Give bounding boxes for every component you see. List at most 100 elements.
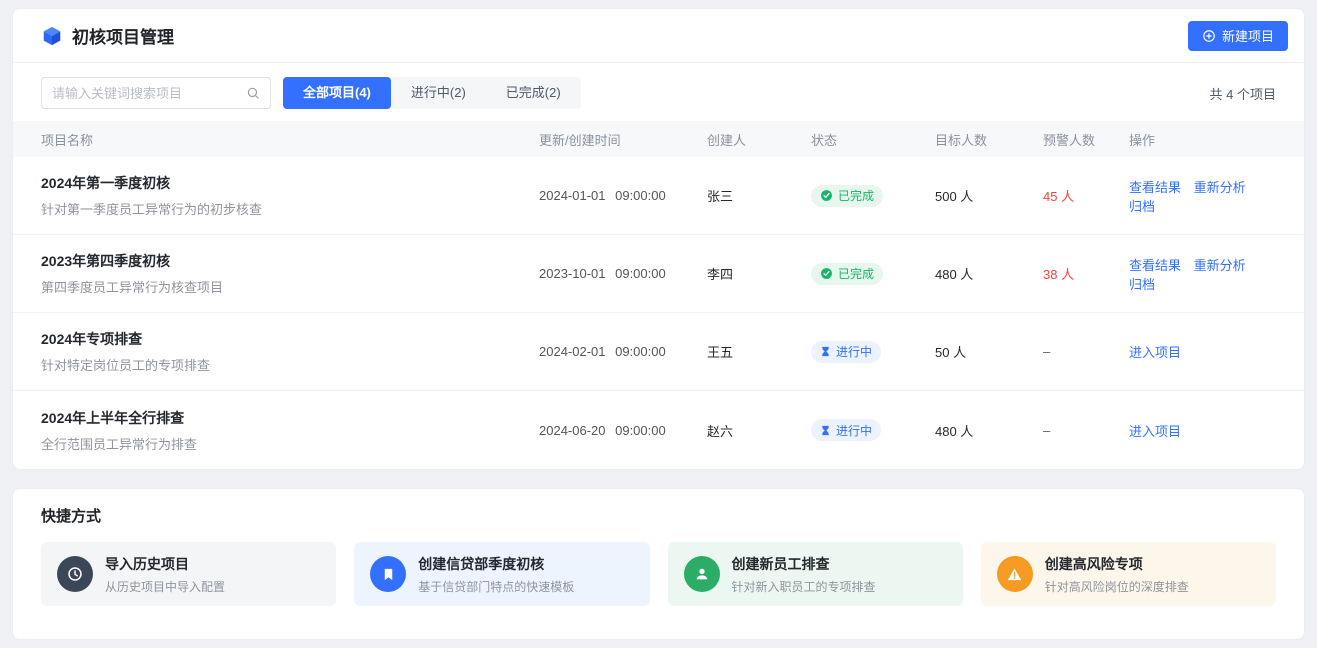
shortcut-text: 创建信贷部季度初核 基于信贷部门特点的快速模板: [418, 554, 574, 595]
project-name-cell: 2024年第一季度初核 针对第一季度员工异常行为的初步核查: [41, 173, 539, 218]
page-header: 初核项目管理 新建项目: [13, 9, 1304, 63]
shortcut-desc: 从历史项目中导入配置: [105, 578, 225, 595]
table-row: 2024年上半年全行排查 全行范围员工异常行为排查 2024-06-20 09:…: [13, 391, 1304, 469]
enter-project-link[interactable]: 进入项目: [1129, 345, 1181, 360]
bookmark-icon: [370, 556, 406, 592]
reanalyze-link[interactable]: 重新分析: [1194, 258, 1246, 273]
shortcut-title: 创建新员工排查: [732, 554, 876, 574]
project-creator: 李四: [707, 264, 811, 283]
toolbar: 全部项目(4) 进行中(2) 已完成(2) 共 4 个项目: [13, 63, 1304, 121]
col-header-time: 更新/创建时间: [539, 130, 707, 149]
check-circle-icon: [820, 267, 833, 280]
table-header: 项目名称 更新/创建时间 创建人 状态 目标人数 预警人数 操作: [13, 121, 1304, 157]
shortcut-text: 创建新员工排查 针对新入职员工的专项排查: [732, 554, 876, 595]
project-desc: 针对特定岗位员工的专项排查: [41, 355, 539, 374]
shortcut-text: 创建高风险专项 针对高风险岗位的深度排查: [1045, 554, 1189, 595]
shortcut-title: 创建高风险专项: [1045, 554, 1189, 574]
project-status-cell: 进行中: [811, 341, 935, 363]
warning-count: 38 人: [1043, 264, 1129, 283]
table-row: 2024年专项排查 针对特定岗位员工的专项排查 2024-02-01 09:00…: [13, 313, 1304, 391]
target-count: 50 人: [935, 342, 1043, 361]
shortcut-desc: 基于信贷部门特点的快速模板: [418, 578, 574, 595]
status-label: 已完成: [838, 265, 874, 282]
shortcut-text: 导入历史项目 从历史项目中导入配置: [105, 554, 225, 595]
view-results-link[interactable]: 查看结果: [1129, 258, 1181, 273]
project-time: 2023-10-01 09:00:00: [539, 266, 707, 281]
project-name-cell: 2023年第四季度初核 第四季度员工异常行为核查项目: [41, 251, 539, 296]
filter-tabs: 全部项目(4) 进行中(2) 已完成(2): [283, 77, 581, 109]
row-actions: 进入项目: [1129, 342, 1276, 361]
table-row: 2023年第四季度初核 第四季度员工异常行为核查项目 2023-10-01 09…: [13, 235, 1304, 313]
new-project-button-label: 新建项目: [1222, 26, 1274, 45]
project-creator: 赵六: [707, 421, 811, 440]
project-time: 2024-06-20 09:00:00: [539, 423, 707, 438]
tab-in-progress[interactable]: 进行中(2): [391, 77, 486, 109]
status-badge: 已完成: [811, 263, 883, 285]
project-time: 2024-02-01 09:00:00: [539, 344, 707, 359]
warning-triangle-icon: [997, 556, 1033, 592]
warning-count: 45 人: [1043, 186, 1129, 205]
shortcut-title: 导入历史项目: [105, 554, 225, 574]
row-actions: 查看结果 重新分析 归档: [1129, 177, 1276, 215]
target-count: 480 人: [935, 421, 1043, 440]
tab-all-projects[interactable]: 全部项目(4): [283, 77, 391, 109]
project-desc: 针对第一季度员工异常行为的初步核查: [41, 199, 539, 218]
shortcut-high-risk-special[interactable]: 创建高风险专项 针对高风险岗位的深度排查: [981, 542, 1276, 606]
project-desc: 第四季度员工异常行为核查项目: [41, 277, 539, 296]
project-name: 2024年上半年全行排查: [41, 408, 539, 428]
project-name: 2023年第四季度初核: [41, 251, 539, 271]
status-label: 进行中: [836, 422, 872, 439]
shortcuts-grid: 导入历史项目 从历史项目中导入配置 创建信贷部季度初核 基于信贷部门特点的快速模…: [41, 542, 1276, 606]
cube-icon: [41, 25, 63, 47]
plus-circle-icon: [1202, 29, 1216, 43]
page-header-left: 初核项目管理: [41, 23, 174, 48]
shortcuts-title: 快捷方式: [41, 505, 1276, 526]
total-count-text: 共 4 个项目: [1210, 84, 1276, 103]
history-icon: [57, 556, 93, 592]
shortcuts-panel: 快捷方式 导入历史项目 从历史项目中导入配置: [12, 488, 1305, 640]
col-header-status: 状态: [811, 130, 935, 149]
project-management-panel: 初核项目管理 新建项目: [12, 8, 1305, 470]
project-status-cell: 已完成: [811, 263, 935, 285]
archive-link[interactable]: 归档: [1129, 277, 1155, 292]
col-header-target: 目标人数: [935, 130, 1043, 149]
check-circle-icon: [820, 189, 833, 202]
page: 初核项目管理 新建项目: [0, 0, 1317, 648]
col-header-actions: 操作: [1129, 130, 1276, 149]
project-creator: 张三: [707, 186, 811, 205]
hourglass-icon: [820, 346, 831, 357]
project-name: 2024年第一季度初核: [41, 173, 539, 193]
search-icon[interactable]: [246, 86, 260, 100]
target-count: 500 人: [935, 186, 1043, 205]
row-actions: 查看结果 重新分析 归档: [1129, 255, 1276, 293]
shortcut-new-employee-check[interactable]: 创建新员工排查 针对新入职员工的专项排查: [668, 542, 963, 606]
col-header-warning: 预警人数: [1043, 130, 1129, 149]
tab-completed[interactable]: 已完成(2): [486, 77, 581, 109]
project-name-cell: 2024年专项排查 针对特定岗位员工的专项排查: [41, 329, 539, 374]
shortcut-desc: 针对新入职员工的专项排查: [732, 578, 876, 595]
target-count: 480 人: [935, 264, 1043, 283]
warning-count: –: [1043, 423, 1129, 438]
view-results-link[interactable]: 查看结果: [1129, 180, 1181, 195]
table-row: 2024年第一季度初核 针对第一季度员工异常行为的初步核查 2024-01-01…: [13, 157, 1304, 235]
new-project-button[interactable]: 新建项目: [1188, 21, 1288, 51]
status-badge: 已完成: [811, 185, 883, 207]
status-label: 已完成: [838, 187, 874, 204]
search-input[interactable]: [52, 86, 246, 101]
project-time: 2024-01-01 09:00:00: [539, 188, 707, 203]
shortcut-import-history[interactable]: 导入历史项目 从历史项目中导入配置: [41, 542, 336, 606]
shortcut-credit-dept-template[interactable]: 创建信贷部季度初核 基于信贷部门特点的快速模板: [354, 542, 649, 606]
search-box[interactable]: [41, 77, 271, 109]
reanalyze-link[interactable]: 重新分析: [1194, 180, 1246, 195]
project-status-cell: 已完成: [811, 185, 935, 207]
user-icon: [684, 556, 720, 592]
project-name: 2024年专项排查: [41, 329, 539, 349]
enter-project-link[interactable]: 进入项目: [1129, 424, 1181, 439]
archive-link[interactable]: 归档: [1129, 199, 1155, 214]
project-status-cell: 进行中: [811, 419, 935, 441]
status-label: 进行中: [836, 343, 872, 360]
col-header-name: 项目名称: [41, 130, 539, 149]
shortcut-title: 创建信贷部季度初核: [418, 554, 574, 574]
status-badge: 进行中: [811, 341, 881, 363]
col-header-creator: 创建人: [707, 130, 811, 149]
